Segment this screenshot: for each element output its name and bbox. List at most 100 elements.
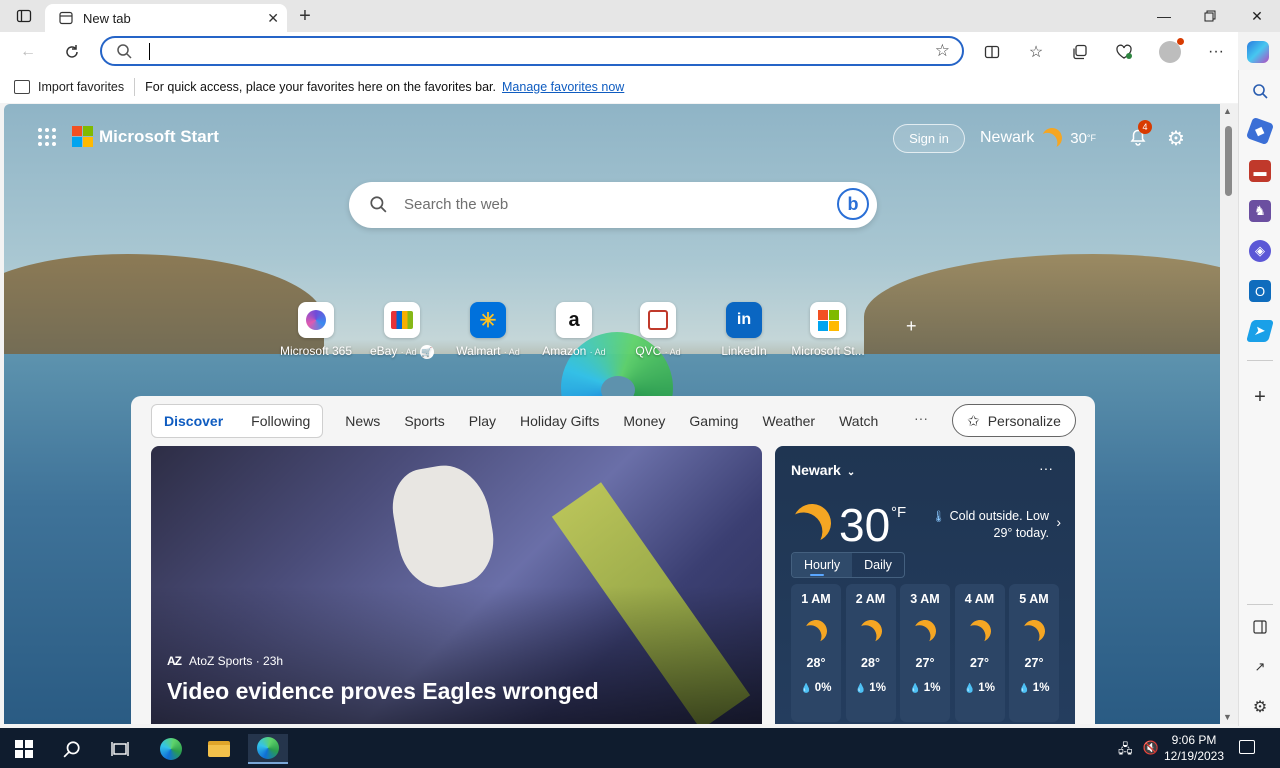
hour-forecast-item[interactable]: 4 AM 27° 💧 1% <box>954 584 1005 722</box>
brand-title[interactable]: Microsoft Start <box>99 127 219 147</box>
taskbar-search-button[interactable] <box>52 734 92 764</box>
tab-new-tab[interactable]: New tab ✕ <box>45 4 287 32</box>
web-search-box[interactable]: Search the web b <box>349 182 877 228</box>
notifications-button[interactable]: 4 <box>1128 120 1152 146</box>
quick-link-amazon[interactable]: a Amazon · Ad <box>532 302 616 358</box>
scroll-down-icon[interactable]: ▼ <box>1223 712 1232 722</box>
hour-forecast-item[interactable]: 1 AM 28° 💧 0% <box>791 584 841 722</box>
settings-more-button[interactable]: ··· <box>1202 38 1230 66</box>
games-icon[interactable]: ♞ <box>1249 200 1271 222</box>
text-caret <box>149 43 150 60</box>
hour-forecast-item[interactable]: 3 AM 27° 💧 1% <box>900 584 950 722</box>
tab-play[interactable]: Play <box>469 413 496 429</box>
edge-sidebar: ◆ ▬ ♞ ◈ O ➤ + ↗ ⚙ <box>1238 70 1280 726</box>
moon-icon <box>911 617 939 645</box>
close-window-button[interactable]: ✕ <box>1234 0 1280 32</box>
personalize-button[interactable]: ✩ Personalize <box>952 404 1076 437</box>
weather-card[interactable]: Newark ⌄ ··· 30 °F 🌡 Cold outside. Low 29°… <box>775 446 1075 724</box>
microsoft-365-icon[interactable]: ◈ <box>1249 240 1271 262</box>
chevron-right-icon[interactable]: › <box>1056 514 1061 530</box>
browser-essentials-button[interactable] <box>1110 38 1138 66</box>
maximize-button[interactable] <box>1187 0 1233 32</box>
sidebar-settings-icon[interactable]: ⚙ <box>1249 696 1271 718</box>
weather-summary[interactable]: 🌡 Cold outside. Low 29° today. <box>931 508 1049 541</box>
start-button[interactable] <box>4 734 44 764</box>
tools-icon[interactable]: ▬ <box>1249 160 1271 182</box>
moon-icon <box>802 617 830 645</box>
tab-hourly[interactable]: Hourly <box>792 553 853 577</box>
hide-sidebar-icon[interactable] <box>1249 616 1271 638</box>
header-weather-city: Newark <box>980 129 1035 146</box>
tab-weather[interactable]: Weather <box>762 413 815 429</box>
tab-actions-icon[interactable] <box>15 7 33 25</box>
tab-daily[interactable]: Daily <box>852 553 904 577</box>
copilot-icon[interactable] <box>1244 38 1272 66</box>
tab-title: New tab <box>83 10 131 26</box>
notification-center-icon[interactable] <box>1239 740 1255 754</box>
scrollbar-thumb[interactable] <box>1225 126 1232 196</box>
weather-more-button[interactable]: ··· <box>1039 460 1053 476</box>
search-icon[interactable] <box>1249 80 1271 102</box>
favorite-star-icon[interactable]: ☆ <box>935 41 950 61</box>
taskbar-clock[interactable]: 9:06 PM 12/19/2023 <box>1162 732 1226 764</box>
scroll-up-icon[interactable]: ▲ <box>1223 106 1232 116</box>
collections-button[interactable] <box>1066 38 1094 66</box>
app-launcher-icon[interactable] <box>38 127 56 146</box>
volume-muted-icon[interactable]: 🔇 <box>1143 740 1159 762</box>
add-icon[interactable]: + <box>1249 386 1271 408</box>
add-quick-link-button[interactable]: + <box>906 316 917 337</box>
close-tab-icon[interactable]: ✕ <box>267 10 279 27</box>
chevron-down-icon: ⌄ <box>846 467 856 478</box>
minimize-button[interactable]: — <box>1141 0 1187 32</box>
quick-link-microsoft-365[interactable]: Microsoft 365 <box>274 302 358 358</box>
quick-link-linkedin[interactable]: in LinkedIn <box>702 302 786 358</box>
new-tab-button[interactable]: + <box>294 5 316 28</box>
import-favorites-button[interactable]: Import favorites <box>14 79 124 94</box>
split-screen-button[interactable] <box>978 38 1006 66</box>
cart-icon[interactable]: 🛒 <box>420 345 435 359</box>
header-weather[interactable]: Newark 30 °F <box>980 128 1096 148</box>
sign-in-button[interactable]: Sign in <box>893 124 965 153</box>
tab-gaming[interactable]: Gaming <box>689 413 738 429</box>
quick-link-microsoft-store[interactable]: Microsoft St... <box>786 302 870 358</box>
tab-money[interactable]: Money <box>623 413 665 429</box>
tab-sports[interactable]: Sports <box>404 413 444 429</box>
publisher-logo: AZ <box>167 654 182 668</box>
quick-link-label: QVC <box>635 344 662 358</box>
tab-discover[interactable]: Discover <box>164 413 223 429</box>
manage-favorites-link[interactable]: Manage favorites now <box>502 80 624 94</box>
moon-icon <box>965 617 993 645</box>
network-icon[interactable]: 🖧 <box>1118 740 1133 762</box>
more-categories-button[interactable]: ··· <box>914 410 928 426</box>
outlook-icon[interactable]: O <box>1249 280 1271 302</box>
article-headline[interactable]: Video evidence proves Eagles wronged <box>167 678 599 705</box>
hero-article[interactable]: AZ AtoZ Sports · 23h Video evidence prov… <box>151 446 762 724</box>
weather-location[interactable]: Newark ⌄ <box>791 462 855 478</box>
quick-link-walmart[interactable]: ✳ Walmart · Ad <box>446 302 530 358</box>
taskbar-edge-active[interactable] <box>248 734 288 764</box>
bing-chat-icon[interactable]: b <box>837 188 869 220</box>
tab-watch[interactable]: Watch <box>839 413 878 429</box>
tab-news[interactable]: News <box>345 413 380 429</box>
profile-avatar[interactable] <box>1156 38 1184 66</box>
taskbar-edge-pinned[interactable] <box>151 734 191 764</box>
tab-holiday-gifts[interactable]: Holiday Gifts <box>520 413 599 429</box>
hour-forecast-item[interactable]: 5 AM 27° 💧 1% <box>1009 584 1059 722</box>
page-scrollbar[interactable]: ▲ ▼ <box>1220 104 1238 724</box>
quick-link-qvc[interactable]: QVC · Ad <box>616 302 700 358</box>
taskbar-file-explorer[interactable] <box>199 734 239 764</box>
hour-forecast-item[interactable]: 2 AM 28° 💧 1% <box>845 584 896 722</box>
shopping-tag-icon[interactable]: ◆ <box>1245 116 1275 146</box>
external-link-icon[interactable]: ↗ <box>1249 656 1271 678</box>
page-settings-icon[interactable]: ⚙ <box>1167 126 1185 151</box>
task-view-button[interactable] <box>100 734 140 764</box>
refresh-button[interactable] <box>58 38 86 66</box>
quick-link-ebay[interactable]: eBay · Ad 🛒 <box>360 302 444 359</box>
address-bar[interactable]: ☆ <box>100 36 964 66</box>
drop-icon[interactable]: ➤ <box>1246 320 1274 342</box>
raindrop-icon: 💧 <box>964 683 976 693</box>
favorites-button[interactable]: ☆ <box>1022 38 1050 66</box>
back-button[interactable]: ← <box>14 38 42 66</box>
tab-following[interactable]: Following <box>251 413 310 429</box>
address-input[interactable] <box>152 40 912 64</box>
